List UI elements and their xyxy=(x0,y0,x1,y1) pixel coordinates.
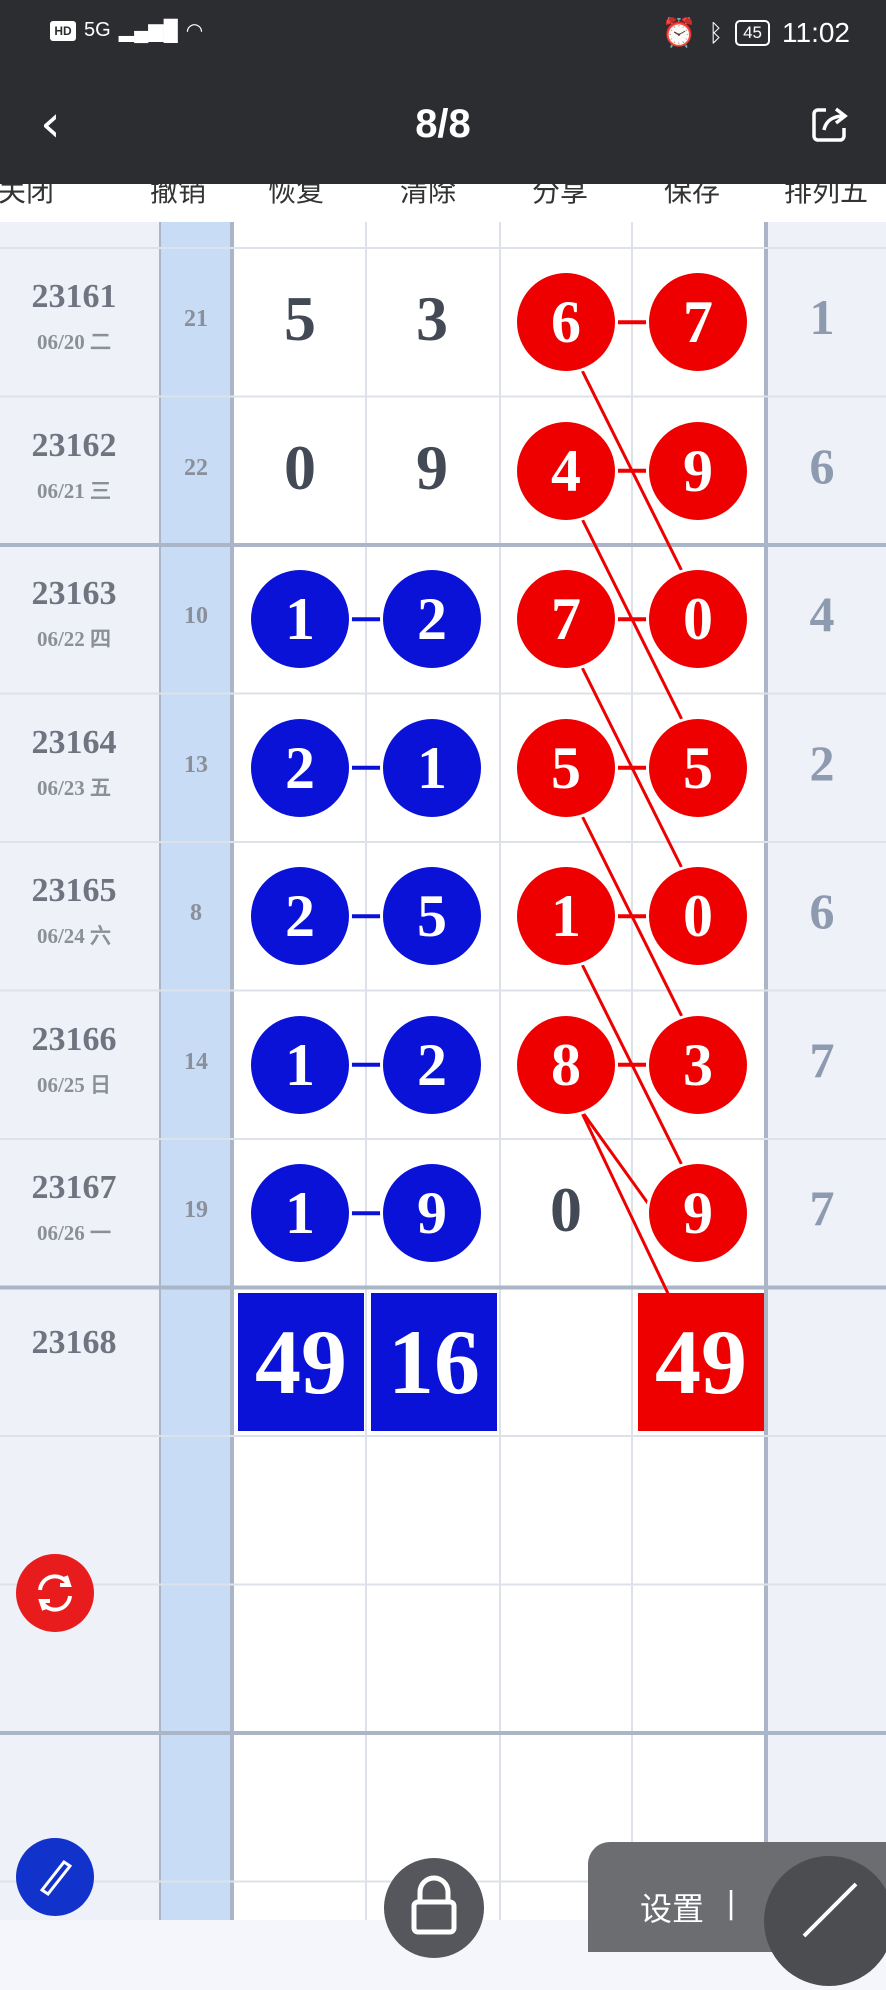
header-clear[interactable]: 清除 xyxy=(400,184,456,210)
issue-number: 23161 xyxy=(31,278,117,316)
ball-c[interactable]: 7 xyxy=(517,570,615,669)
ball-d[interactable]: 5 xyxy=(649,718,747,817)
draw-line-button[interactable] xyxy=(764,1856,886,1986)
issue-number: 23165 xyxy=(31,872,117,910)
issue-date: 06/20 二 xyxy=(36,330,112,355)
battery-indicator: 45 xyxy=(735,19,770,46)
ball-d[interactable]: 9 xyxy=(649,421,747,520)
header-undo[interactable]: 撤销 xyxy=(150,184,206,210)
skip-count: 22 xyxy=(184,454,208,481)
line-tool-icon xyxy=(802,1882,858,1938)
header-close[interactable]: 关闭 xyxy=(0,184,54,210)
issue-number: 23166 xyxy=(31,1020,117,1058)
skip-count: 10 xyxy=(184,603,208,630)
pl5-last-digit: 6 xyxy=(809,437,835,494)
ball-c[interactable]: 8 xyxy=(517,1015,615,1114)
ball-d[interactable]: 0 xyxy=(649,570,747,669)
pl5-last-digit: 7 xyxy=(809,1031,835,1088)
skip-count: 8 xyxy=(190,900,202,927)
skip-count: 13 xyxy=(184,751,208,778)
settings-button[interactable]: 设置 xyxy=(640,1884,704,1930)
prediction-d[interactable]: 49 xyxy=(638,1292,764,1431)
hd-icon: HD xyxy=(50,20,76,41)
header-share[interactable]: 分享 xyxy=(532,184,588,210)
issue-date: 06/22 四 xyxy=(36,627,112,652)
pl5-last-digit: 7 xyxy=(809,1180,835,1237)
digit-c[interactable]: 0 xyxy=(506,1173,626,1247)
skip-count: 19 xyxy=(184,1197,208,1224)
pl5-last-digit: 6 xyxy=(809,883,835,940)
ball-a[interactable]: 2 xyxy=(251,867,349,966)
issue-number: 23167 xyxy=(31,1169,117,1207)
ball-b[interactable]: 2 xyxy=(383,1015,481,1114)
issue-date: 06/24 六 xyxy=(36,924,112,949)
status-bar: HD 5G ▂▄▆█ ◠ ⏰ ᛒ 45 11:02 xyxy=(0,0,886,66)
trend-grid[interactable]: 23161 06/20 二 21 5 3 6 7 1 23162 06/21 三 22 0 9 4 9 6 23… xyxy=(0,222,886,1920)
issue-number: 23162 xyxy=(31,426,117,464)
network-label: 5G xyxy=(84,19,111,41)
issue-number: 23163 xyxy=(31,575,117,613)
bluetooth-icon: ᛒ xyxy=(708,18,724,47)
ball-a[interactable]: 1 xyxy=(251,1015,349,1114)
issue-number: 23164 xyxy=(31,723,117,761)
ball-d[interactable]: 7 xyxy=(649,273,747,372)
pl5-last-digit: 2 xyxy=(809,734,835,791)
tool-panel: 设置 | xyxy=(588,1842,886,1986)
wifi-icon: ◠ xyxy=(185,20,204,42)
lock-button[interactable] xyxy=(384,1858,484,1958)
header-pl5[interactable]: 排列五 xyxy=(784,184,868,210)
ball-a[interactable]: 2 xyxy=(251,718,349,817)
pen-button[interactable] xyxy=(16,1838,94,1916)
issue-date: 06/26 一 xyxy=(36,1221,112,1246)
ball-d[interactable]: 0 xyxy=(649,867,747,966)
nav-bar: ‹ 8/8 xyxy=(0,66,886,184)
skip-count: 14 xyxy=(184,1048,208,1075)
ball-a[interactable]: 1 xyxy=(251,570,349,669)
ball-d[interactable]: 9 xyxy=(649,1164,747,1263)
ball-a[interactable]: 1 xyxy=(251,1164,349,1263)
ball-c[interactable]: 4 xyxy=(517,421,615,520)
ball-c[interactable]: 6 xyxy=(517,273,615,372)
status-right: ⏰ ᛒ 45 11:02 xyxy=(662,16,850,49)
issue-date: 06/23 五 xyxy=(36,775,112,800)
toolbar-separator: | xyxy=(726,1886,737,1921)
refresh-button[interactable] xyxy=(16,1554,94,1632)
clock: 11:02 xyxy=(782,16,850,48)
page-title: 8/8 xyxy=(415,102,471,146)
header-restore[interactable]: 恢复 xyxy=(268,184,324,210)
pen-icon xyxy=(39,1859,73,1897)
digit-b[interactable]: 9 xyxy=(372,431,492,505)
pl5-last-digit: 1 xyxy=(809,289,835,346)
digit-a[interactable]: 5 xyxy=(240,282,360,356)
ball-b[interactable]: 9 xyxy=(383,1164,481,1263)
refresh-icon xyxy=(38,1574,72,1612)
ball-c[interactable]: 5 xyxy=(517,718,615,817)
prediction-a[interactable]: 49 xyxy=(238,1292,364,1431)
column-headers: 关闭 撤销 恢复 清除 分享 保存 排列五 xyxy=(0,184,886,222)
prediction-issue: 23168 xyxy=(31,1323,117,1361)
pl5-last-digit: 4 xyxy=(809,586,835,643)
ball-c[interactable]: 1 xyxy=(517,867,615,966)
prediction-b[interactable]: 16 xyxy=(371,1292,497,1431)
digit-a[interactable]: 0 xyxy=(240,431,360,505)
ball-d[interactable]: 3 xyxy=(649,1015,747,1114)
ball-b[interactable]: 5 xyxy=(383,867,481,966)
ball-b[interactable]: 2 xyxy=(383,570,481,669)
ball-b[interactable]: 1 xyxy=(383,718,481,817)
header-save[interactable]: 保存 xyxy=(664,184,720,210)
share-button[interactable] xyxy=(810,104,850,144)
issue-date: 06/21 三 xyxy=(36,478,112,503)
share-icon xyxy=(812,107,848,142)
lock-icon xyxy=(411,1875,457,1935)
skip-count: 21 xyxy=(184,306,208,333)
status-left: HD 5G ▂▄▆█ ◠ xyxy=(50,18,203,43)
alarm-icon: ⏰ xyxy=(661,17,697,48)
signal-icon: ▂▄▆█ xyxy=(118,20,178,42)
issue-date: 06/25 日 xyxy=(36,1072,112,1097)
digit-b[interactable]: 3 xyxy=(372,282,492,356)
